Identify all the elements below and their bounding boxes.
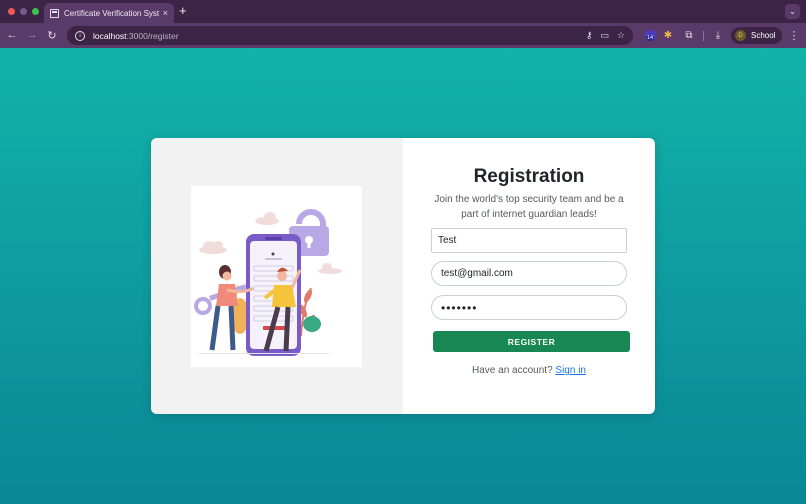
registration-form-panel: Registration Join the world's top securi…	[403, 138, 655, 414]
page-title: Registration	[473, 166, 585, 187]
cast-icon[interactable]: ▭	[600, 30, 609, 41]
email-input[interactable]	[431, 261, 627, 286]
signin-prompt-text: Have an account?	[472, 365, 556, 376]
new-tab-button[interactable]: +	[179, 3, 187, 19]
illustration-panel	[151, 138, 403, 414]
back-arrow-icon[interactable]: ←	[5, 28, 19, 42]
page-subtitle: Join the world's top security team and b…	[434, 194, 624, 220]
signin-link[interactable]: Sign in	[555, 365, 586, 376]
tab-search-button[interactable]: ⌄	[785, 4, 800, 19]
address-bar[interactable]: i localhost:3000/register ⚷ ▭ ☆	[67, 26, 633, 45]
tab-title: Certificate Verification Syste	[64, 8, 159, 18]
download-icon[interactable]: ⤓	[712, 28, 724, 43]
registration-card: Registration Join the world's top securi…	[151, 138, 655, 414]
extension-badge: 14	[646, 35, 655, 41]
tab-close-icon[interactable]: ×	[163, 8, 168, 18]
puzzle-extensions-icon[interactable]: ⧉	[683, 28, 695, 43]
color-extension-icon[interactable]: ✱	[662, 28, 674, 43]
site-info-icon[interactable]: i	[75, 30, 85, 41]
reload-icon[interactable]: ↻	[45, 28, 59, 42]
browser-tab-bar: Certificate Verification Syste × + ⌄	[0, 0, 806, 23]
bookmark-star-icon[interactable]: ☆	[617, 30, 625, 41]
close-window-button[interactable]	[8, 8, 15, 15]
toolbar-divider	[703, 31, 704, 41]
password-key-icon[interactable]: ⚷	[586, 30, 593, 41]
browser-tab[interactable]: Certificate Verification Syste ×	[44, 3, 174, 23]
name-input[interactable]	[431, 228, 627, 253]
url-host: localhost	[93, 30, 127, 41]
security-team-illustration-icon	[194, 209, 342, 356]
profile-button[interactable]: D School	[731, 27, 782, 44]
profile-label: School	[751, 31, 776, 40]
page-favicon-icon	[50, 8, 59, 18]
register-button[interactable]: REGISTER	[433, 331, 630, 352]
minimize-window-button[interactable]	[20, 8, 27, 15]
browser-toolbar: ← → ↻ i localhost:3000/register ⚷ ▭ ☆ 14…	[0, 23, 806, 48]
page-viewport: Registration Join the world's top securi…	[0, 48, 806, 504]
browser-menu-icon[interactable]: ⋮	[788, 28, 800, 43]
password-input[interactable]	[431, 295, 627, 320]
maximize-window-button[interactable]	[32, 8, 39, 15]
security-illustration	[191, 186, 362, 367]
extension-button[interactable]: 14	[643, 28, 657, 43]
address-bar-actions: ⚷ ▭ ☆	[586, 30, 625, 41]
avatar: D	[735, 30, 746, 41]
url-path: :3000/register	[126, 30, 179, 41]
forward-arrow-icon[interactable]: →	[25, 28, 39, 42]
signin-prompt: Have an account? Sign in	[403, 365, 655, 376]
